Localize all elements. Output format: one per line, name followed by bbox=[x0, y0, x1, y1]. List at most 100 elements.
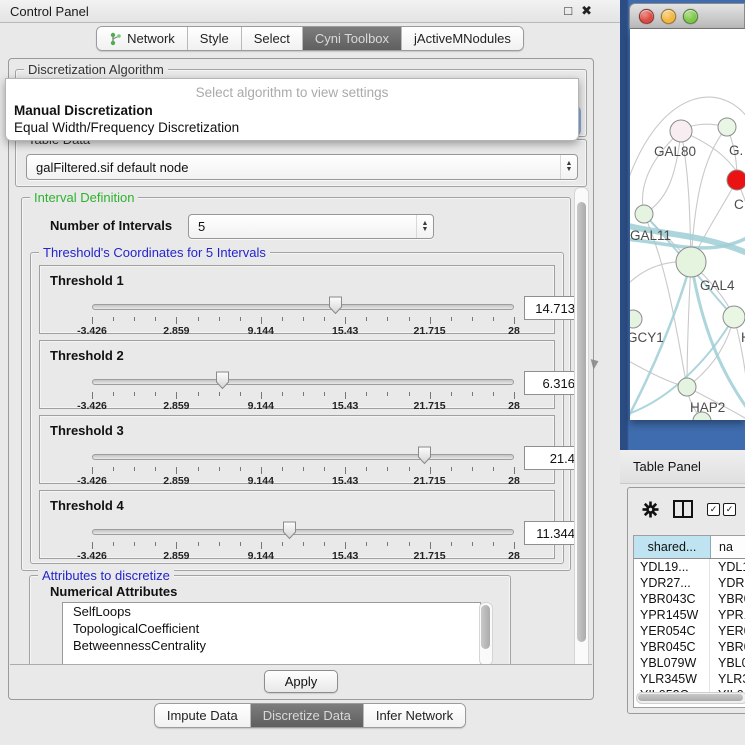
table-toolbar: ✓ ✓ bbox=[628, 488, 745, 530]
tab-network[interactable]: Network bbox=[97, 27, 187, 50]
tab-label: Style bbox=[200, 31, 229, 46]
network-canvas[interactable]: GAL80G.CGAL11GAL4GCY1HHAP2 bbox=[630, 29, 745, 420]
tab-label: Infer Network bbox=[376, 708, 453, 723]
tab-infer-network[interactable]: Infer Network bbox=[363, 704, 465, 727]
table-row[interactable]: YBR045CYBR0 bbox=[634, 639, 745, 655]
table-row[interactable]: YPR145WYPR1 bbox=[634, 607, 745, 623]
table-data-value: galFiltered.sif default node bbox=[27, 160, 560, 175]
minimize-window-icon[interactable] bbox=[661, 9, 676, 24]
algorithm-prompt-option[interactable]: Select algorithm to view settings bbox=[6, 79, 578, 102]
cell-name: YDR2 bbox=[710, 575, 745, 591]
apply-button[interactable]: Apply bbox=[264, 670, 339, 693]
number-of-intervals-label: Number of Intervals bbox=[50, 218, 172, 233]
cell-shared-name: YLR345W bbox=[634, 671, 710, 687]
float-window-icon[interactable]: □ bbox=[564, 3, 572, 19]
network-node-h[interactable] bbox=[723, 306, 745, 328]
apply-strip: Apply bbox=[10, 664, 592, 698]
network-node-gcy1[interactable] bbox=[630, 310, 642, 328]
numerical-attributes-list[interactable]: SelfLoopsTopologicalCoefficientBetweenne… bbox=[62, 602, 481, 666]
cell-shared-name: YER054C bbox=[634, 623, 710, 639]
slider-thumb[interactable] bbox=[328, 296, 343, 315]
slider-track[interactable] bbox=[92, 379, 514, 385]
table-row[interactable]: YLR345WYLR3 bbox=[634, 671, 745, 687]
node-label: HAP2 bbox=[690, 400, 725, 415]
cell-shared-name: YPR145W bbox=[634, 607, 710, 623]
attribute-item[interactable]: TopologicalCoefficient bbox=[63, 620, 480, 637]
network-node-hap2[interactable] bbox=[678, 378, 696, 396]
interval-definition-group: Interval Definition Number of Intervals … bbox=[21, 197, 571, 571]
algorithm-option-equal-width[interactable]: Equal Width/Frequency Discretization bbox=[6, 119, 578, 136]
network-node-gal80[interactable] bbox=[670, 120, 692, 142]
threshold-label: Threshold 4 bbox=[40, 491, 554, 513]
column-header-name[interactable]: na bbox=[711, 536, 745, 558]
checkbox-icon[interactable]: ✓ bbox=[707, 503, 720, 516]
cell-shared-name: YBR045C bbox=[634, 639, 710, 655]
table-row[interactable]: YDR27...YDR2 bbox=[634, 575, 745, 591]
table-data-group: Table Data galFiltered.sif default node … bbox=[15, 139, 587, 187]
algorithm-dropdown-popup: Select algorithm to view settings Manual… bbox=[5, 78, 579, 141]
network-node-g[interactable] bbox=[718, 118, 736, 136]
slider-tick-labels: -3.4262.8599.14415.4321.71528 bbox=[92, 325, 514, 337]
checkbox-icon[interactable]: ✓ bbox=[723, 503, 736, 516]
table-row[interactable]: YDL19...YDL1 bbox=[634, 559, 745, 575]
network-node-gal11[interactable] bbox=[635, 205, 653, 223]
slider-track[interactable] bbox=[92, 454, 514, 460]
table-data-select[interactable]: galFiltered.sif default node ▲▼ bbox=[26, 154, 578, 180]
network-edge[interactable] bbox=[687, 262, 691, 387]
algorithm-option-manual[interactable]: Manual Discretization bbox=[6, 102, 578, 119]
threshold-label: Threshold 2 bbox=[40, 341, 554, 363]
tab-discretize-data[interactable]: Discretize Data bbox=[250, 704, 363, 727]
slider-track[interactable] bbox=[92, 529, 514, 535]
attribute-item[interactable]: BetweennessCentrality bbox=[63, 637, 480, 654]
number-of-intervals-select[interactable]: 5 ▲▼ bbox=[188, 214, 434, 239]
slider-ticks bbox=[92, 542, 514, 550]
tab-style[interactable]: Style bbox=[187, 27, 241, 50]
columns-icon[interactable] bbox=[673, 500, 693, 518]
slider-thumb[interactable] bbox=[282, 521, 297, 540]
node-label: GAL4 bbox=[700, 278, 735, 293]
tab-label: Impute Data bbox=[167, 708, 238, 723]
table-hscrollbar[interactable] bbox=[636, 692, 745, 704]
tab-select[interactable]: Select bbox=[241, 27, 302, 50]
discretization-algorithm-title: Discretization Algorithm bbox=[24, 62, 168, 77]
cell-shared-name: YBL079W bbox=[634, 655, 710, 671]
close-window-icon[interactable] bbox=[639, 9, 654, 24]
attribute-item[interactable]: SelfLoops bbox=[63, 603, 480, 620]
node-label: G. bbox=[729, 143, 743, 158]
table-row[interactable]: YBR043CYBR0 bbox=[634, 591, 745, 607]
slider-ticks bbox=[92, 317, 514, 325]
slider-thumb[interactable] bbox=[215, 371, 230, 390]
gear-icon[interactable] bbox=[642, 501, 659, 518]
tab-impute-data[interactable]: Impute Data bbox=[155, 704, 250, 727]
tab-label: Network bbox=[127, 31, 175, 46]
zoom-window-icon[interactable] bbox=[683, 9, 698, 24]
tab-jactivemnodules[interactable]: jActiveMNodules bbox=[401, 27, 523, 50]
close-panel-icon[interactable]: ✖ bbox=[581, 3, 592, 19]
table-panel: ✓ ✓ shared... na YDL19...YDL1YDR27...YDR… bbox=[627, 487, 745, 714]
content-scrollbar[interactable] bbox=[574, 187, 589, 673]
control-panel-titlebar: Control Panel □ ✖ bbox=[0, 0, 620, 23]
network-node-c[interactable] bbox=[727, 170, 745, 190]
tab-cyni-toolbox[interactable]: Cyni Toolbox bbox=[302, 27, 401, 50]
stepper-icon: ▲▼ bbox=[560, 155, 577, 179]
attributes-group: Attributes to discretize Numerical Attri… bbox=[29, 575, 511, 673]
cell-shared-name: YDL19... bbox=[634, 559, 710, 575]
table-row[interactable]: YER054CYER0 bbox=[634, 623, 745, 639]
threshold-panel-2: Threshold 2-3.4262.8599.14415.4321.71528… bbox=[39, 340, 555, 409]
cyni-toolbox-panel: Discretization Algorithm ▲▼ Table Data g… bbox=[8, 58, 594, 700]
threshold-label: Threshold 1 bbox=[40, 266, 554, 288]
thresholds-title: Threshold's Coordinates for 5 Intervals bbox=[39, 245, 270, 260]
network-node-gal4[interactable] bbox=[676, 247, 706, 277]
slider-track[interactable] bbox=[92, 304, 514, 310]
attributes-scrollbar[interactable] bbox=[479, 602, 493, 666]
slider-thumb[interactable] bbox=[417, 446, 432, 465]
cell-name: YPR1 bbox=[710, 607, 745, 623]
column-header-shared-name[interactable]: shared... bbox=[634, 536, 711, 558]
panel-title: Control Panel bbox=[0, 4, 89, 19]
cell-name: YBR0 bbox=[710, 591, 745, 607]
cell-shared-name: YDR27... bbox=[634, 575, 710, 591]
thresholds-group: Threshold's Coordinates for 5 Intervals … bbox=[30, 252, 564, 564]
table-row[interactable]: YBL079WYBL0 bbox=[634, 655, 745, 671]
network-window-titlebar bbox=[629, 3, 745, 29]
cell-name: YBR0 bbox=[710, 639, 745, 655]
